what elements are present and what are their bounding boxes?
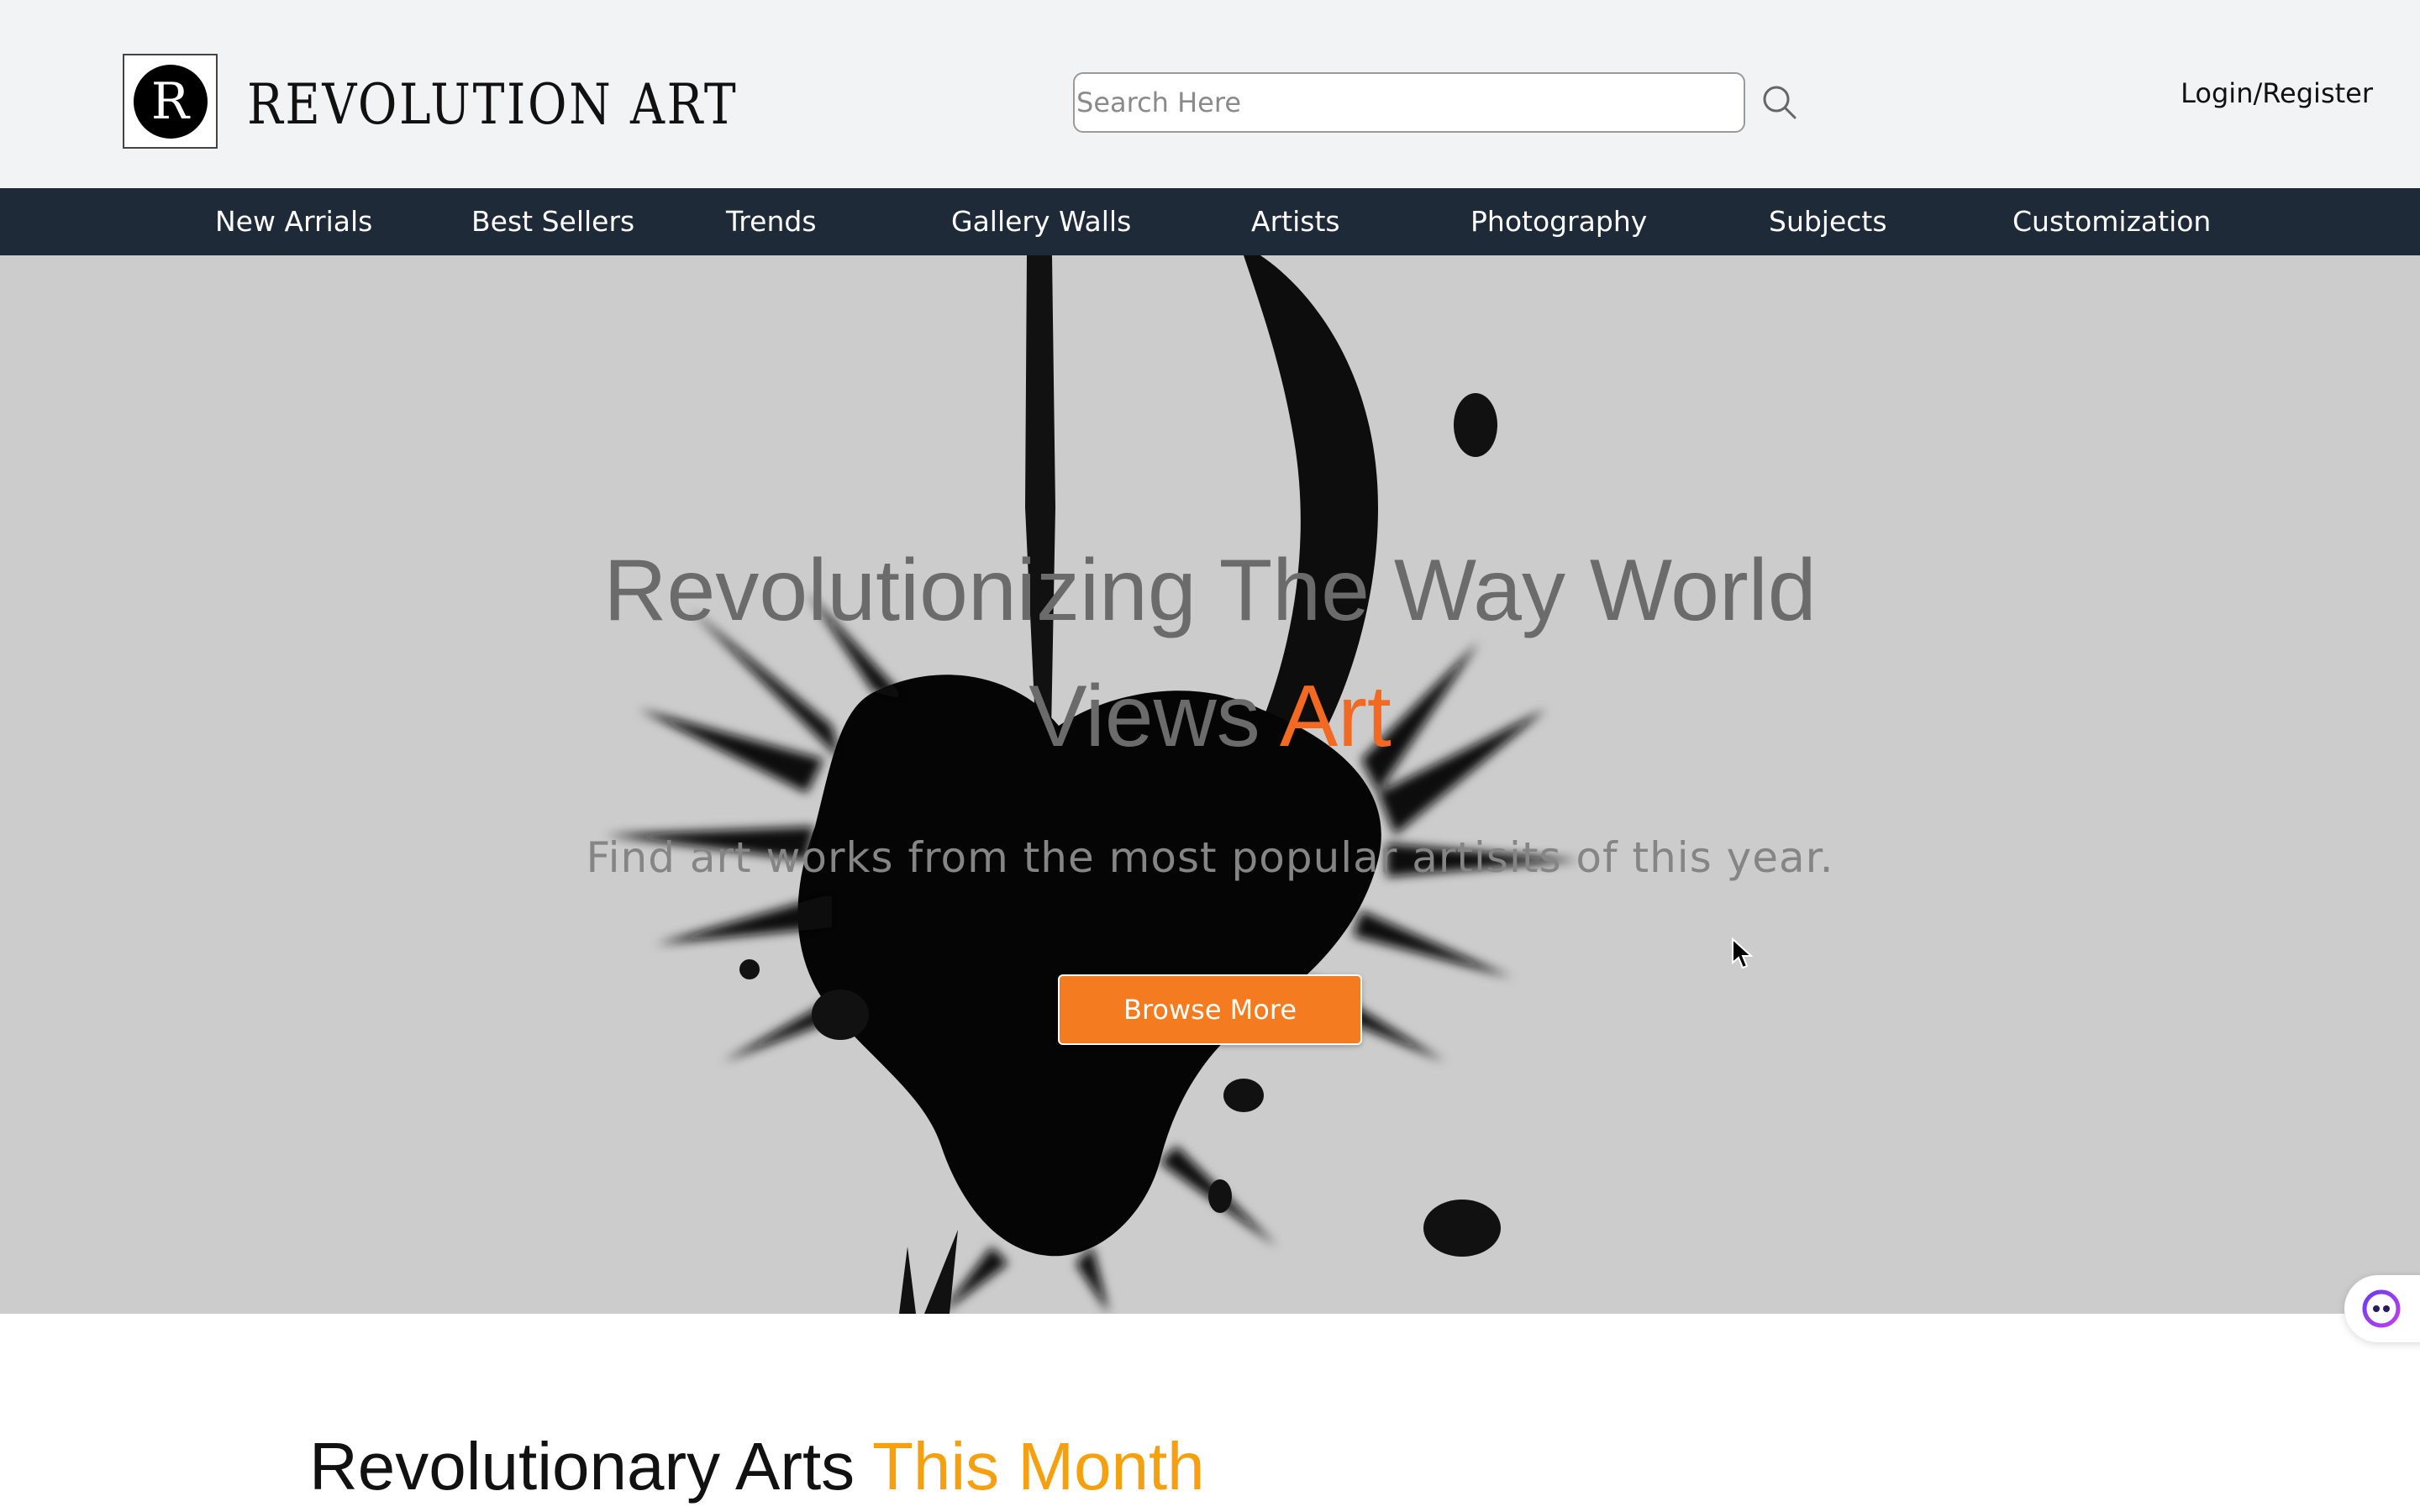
nav-item-gallery-walls[interactable]: Gallery Walls	[951, 188, 1131, 255]
section-title-accent: This Month	[871, 1429, 1205, 1504]
login-register-link[interactable]: Login/Register	[2181, 77, 2373, 109]
search-icon	[1763, 86, 1797, 119]
search-button[interactable]	[1761, 84, 1798, 121]
section-title-prefix: Revolutionary Arts	[309, 1429, 872, 1504]
assistant-face-icon	[2362, 1289, 2401, 1328]
logo-mark: R	[133, 64, 208, 139]
nav-item-trends[interactable]: Trends	[726, 188, 817, 255]
hero-title-accent: Art	[1279, 668, 1392, 765]
ink-splash-artwork	[605, 255, 1580, 1314]
logo[interactable]: R	[123, 54, 218, 149]
logo-letter: R	[150, 71, 190, 131]
hero-banner: Revolutionizing The Way World Views Art …	[0, 255, 2420, 1314]
nav-item-new-arrivals[interactable]: New Arrials	[215, 188, 372, 255]
nav-item-customization[interactable]: Customization	[2012, 188, 2211, 255]
search-input[interactable]	[1073, 72, 1745, 133]
nav-item-artists[interactable]: Artists	[1251, 188, 1340, 255]
mouse-cursor-icon	[1732, 937, 1754, 969]
site-header: R REVOLUTION ART Login/Register	[0, 0, 2420, 188]
hero-title-prefix: Views	[1028, 668, 1280, 765]
hero-subtitle: Find art works from the most popular art…	[586, 833, 1834, 882]
nav-item-photography[interactable]: Photography	[1470, 188, 1647, 255]
main-nav: New Arrials Best Sellers Trends Gallery …	[0, 188, 2420, 255]
hero-title-line1: Revolutionizing The Way World	[603, 542, 1817, 639]
nav-item-best-sellers[interactable]: Best Sellers	[471, 188, 634, 255]
brand-name[interactable]: REVOLUTION ART	[247, 72, 738, 137]
browse-more-button[interactable]: Browse More	[1058, 974, 1362, 1045]
assistant-widget-button[interactable]	[2344, 1275, 2420, 1342]
hero-title-line2: Views Art	[0, 667, 2420, 767]
section-title: Revolutionary Arts This Month	[309, 1428, 1205, 1505]
nav-item-subjects[interactable]: Subjects	[1769, 188, 1887, 255]
